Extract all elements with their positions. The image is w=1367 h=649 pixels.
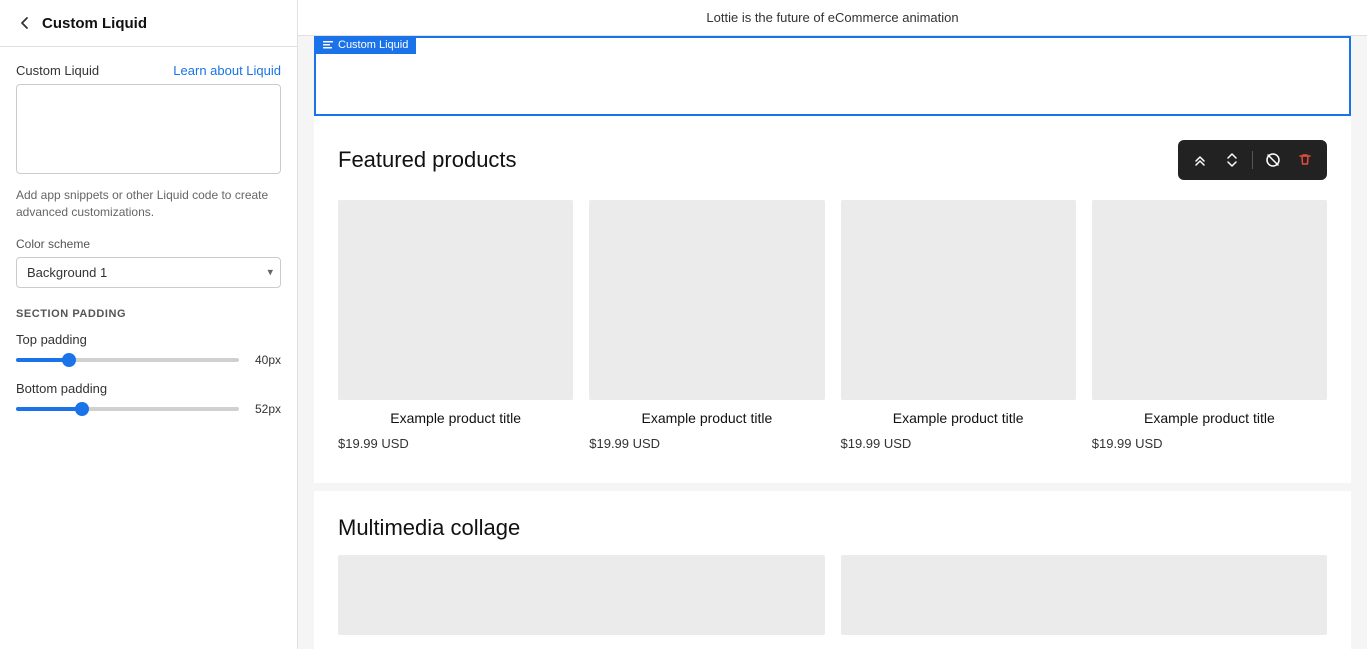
sidebar-title: Custom Liquid [42, 15, 147, 32]
multimedia-placeholder-2 [841, 555, 1328, 635]
liquid-label: Custom Liquid [16, 63, 99, 78]
toolbar-move-button[interactable] [1218, 146, 1246, 174]
toolbar-divider [1252, 151, 1253, 169]
liquid-badge-icon [322, 39, 334, 51]
product-image-1 [338, 200, 573, 400]
toolbar-move-up-button[interactable] [1186, 146, 1214, 174]
learn-link[interactable]: Learn about Liquid [173, 63, 281, 78]
bottom-padding-value: 52px [247, 402, 281, 416]
product-price-1: $19.99 USD [338, 436, 573, 451]
product-name-1: Example product title [338, 410, 573, 426]
top-padding-field: Top padding 40px [16, 332, 281, 367]
multimedia-placeholder-1 [338, 555, 825, 635]
bottom-padding-field: Bottom padding 52px [16, 381, 281, 416]
product-card-2: Example product title $19.99 USD [589, 200, 824, 451]
section-toolbar [1178, 140, 1327, 180]
canvas-area: Custom Liquid Featured products [298, 36, 1367, 649]
bottom-padding-slider-row: 52px [16, 402, 281, 416]
product-price-2: $19.99 USD [589, 436, 824, 451]
product-card-1: Example product title $19.99 USD [338, 200, 573, 451]
color-scheme-label: Color scheme [16, 237, 281, 251]
featured-products-section: Featured products [314, 116, 1351, 483]
bottom-padding-slider[interactable] [16, 407, 239, 411]
color-scheme-field: Color scheme Background 1 Background 2 I… [16, 237, 281, 288]
top-banner: Lottie is the future of eCommerce animat… [298, 0, 1367, 36]
multimedia-collage-section: Multimedia collage [314, 491, 1351, 649]
product-image-4 [1092, 200, 1327, 400]
product-card-4: Example product title $19.99 USD [1092, 200, 1327, 451]
toolbar-delete-button[interactable] [1291, 146, 1319, 174]
custom-liquid-block[interactable]: Custom Liquid [314, 36, 1351, 116]
products-grid: Example product title $19.99 USD Example… [338, 200, 1327, 451]
liquid-label-row: Custom Liquid Learn about Liquid [16, 63, 281, 78]
multimedia-grid [338, 555, 1327, 635]
featured-products-title: Featured products [338, 147, 517, 173]
top-padding-value: 40px [247, 353, 281, 367]
back-button[interactable] [16, 14, 34, 32]
sidebar: Custom Liquid Custom Liquid Learn about … [0, 0, 298, 649]
top-padding-slider[interactable] [16, 358, 239, 362]
main-content: Lottie is the future of eCommerce animat… [298, 0, 1367, 649]
section-padding-heading: SECTION PADDING [16, 308, 281, 320]
product-name-3: Example product title [841, 410, 1076, 426]
product-image-3 [841, 200, 1076, 400]
sidebar-header: Custom Liquid [0, 0, 297, 47]
color-scheme-select[interactable]: Background 1 Background 2 Inverse Accent… [16, 257, 281, 288]
sidebar-body: Custom Liquid Learn about Liquid Add app… [0, 47, 297, 649]
multimedia-title: Multimedia collage [338, 515, 1327, 541]
top-padding-label: Top padding [16, 332, 281, 347]
liquid-code-textarea[interactable] [16, 84, 281, 174]
product-card-3: Example product title $19.99 USD [841, 200, 1076, 451]
product-name-4: Example product title [1092, 410, 1327, 426]
color-scheme-wrapper: Background 1 Background 2 Inverse Accent… [16, 257, 281, 288]
product-image-2 [589, 200, 824, 400]
top-padding-slider-row: 40px [16, 353, 281, 367]
product-price-4: $19.99 USD [1092, 436, 1327, 451]
bottom-padding-label: Bottom padding [16, 381, 281, 396]
liquid-hint: Add app snippets or other Liquid code to… [16, 187, 281, 221]
toolbar-hide-button[interactable] [1259, 146, 1287, 174]
product-name-2: Example product title [589, 410, 824, 426]
banner-text: Lottie is the future of eCommerce animat… [706, 10, 958, 25]
section-title-row: Featured products [338, 140, 1327, 180]
product-price-3: $19.99 USD [841, 436, 1076, 451]
custom-liquid-badge: Custom Liquid [314, 36, 416, 54]
